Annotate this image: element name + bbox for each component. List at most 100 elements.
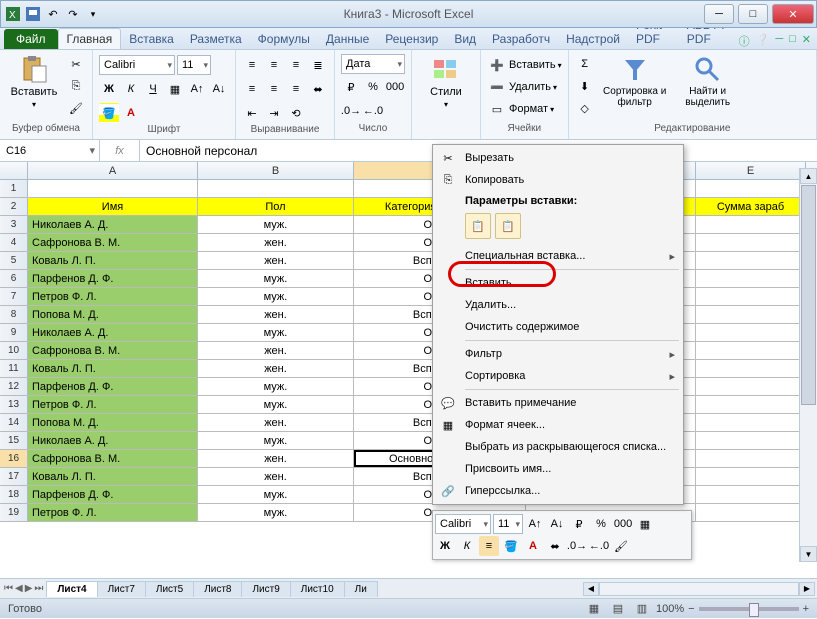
mt-italic[interactable]: К	[457, 536, 477, 556]
scroll-up-icon[interactable]: ▲	[800, 168, 817, 184]
grow-font-icon[interactable]: A↑	[187, 79, 207, 99]
sheet-nav-prev-icon[interactable]: ◀	[15, 583, 23, 594]
cell[interactable]: жен.	[198, 468, 354, 485]
cell[interactable]: Имя	[28, 198, 198, 215]
sheet-tab[interactable]: Лист4	[46, 581, 97, 597]
row-header[interactable]: 7	[0, 288, 28, 305]
cell[interactable]: муж.	[198, 432, 354, 449]
currency-icon[interactable]: ₽	[341, 77, 361, 97]
scroll-down-icon[interactable]: ▼	[800, 546, 817, 562]
mt-merge-icon[interactable]: ⬌	[545, 536, 565, 556]
cm-comment[interactable]: 💬Вставить примечание	[435, 392, 681, 414]
close-button[interactable]: ✕	[772, 4, 814, 24]
align-center-icon[interactable]: ≡	[264, 79, 284, 99]
cell[interactable]: Попова М. Д.	[28, 306, 198, 323]
orientation-icon[interactable]: ⟲	[286, 103, 306, 123]
font-size-combo[interactable]: 11	[177, 55, 211, 75]
tab-review[interactable]: Рецензир	[377, 29, 446, 49]
copy-icon[interactable]: ⎘	[66, 76, 86, 96]
row-header[interactable]: 12	[0, 378, 28, 395]
styles-button[interactable]: Стили▾	[418, 54, 474, 111]
cell[interactable]: муж.	[198, 324, 354, 341]
cell[interactable]	[696, 216, 806, 233]
align-bottom-icon[interactable]: ≡	[286, 55, 306, 75]
cell[interactable]	[696, 432, 806, 449]
mt-shrink-icon[interactable]: A↓	[547, 514, 567, 534]
align-top-icon[interactable]: ≡	[242, 55, 262, 75]
row-header[interactable]: 3	[0, 216, 28, 233]
mt-comma-icon[interactable]: 000	[613, 514, 633, 534]
row-header[interactable]: 19	[0, 504, 28, 521]
cell[interactable]: Петров Ф. Л.	[28, 288, 198, 305]
view-pagebreak-icon[interactable]: ▥	[632, 599, 652, 619]
cell[interactable]: муж.	[198, 216, 354, 233]
tab-formulas[interactable]: Формулы	[250, 29, 318, 49]
sheet-nav-next-icon[interactable]: ▶	[25, 583, 33, 594]
row-header[interactable]: 17	[0, 468, 28, 485]
cell[interactable]: Николаев А. Д.	[28, 432, 198, 449]
row-header[interactable]: 4	[0, 234, 28, 251]
cell[interactable]: муж.	[198, 270, 354, 287]
vertical-scrollbar[interactable]: ▲ ▼	[799, 168, 817, 562]
cell[interactable]: муж.	[198, 486, 354, 503]
cm-sort[interactable]: Сортировка	[435, 365, 681, 387]
format-cells-icon[interactable]: ▭	[487, 99, 507, 119]
tab-data[interactable]: Данные	[318, 29, 377, 49]
mt-fill-icon[interactable]: 🪣	[501, 536, 521, 556]
doc-close-icon[interactable]: ✕	[802, 33, 811, 49]
qat-dropdown-icon[interactable]: ▾	[85, 6, 101, 22]
align-left-icon[interactable]: ≡	[242, 79, 262, 99]
cell[interactable]	[696, 414, 806, 431]
fx-icon[interactable]: fx	[115, 145, 124, 157]
minimize-button[interactable]: ─	[704, 4, 734, 24]
sort-filter-button[interactable]: Сортировка и фильтр	[599, 54, 671, 110]
mt-inc-dec-icon[interactable]: .0→	[567, 536, 587, 556]
col-header-E[interactable]: E	[696, 162, 806, 179]
mt-align-center-icon[interactable]: ≡	[479, 536, 499, 556]
doc-max-icon[interactable]: □	[789, 33, 796, 49]
cell[interactable]: Парфенов Д. Ф.	[28, 486, 198, 503]
autosum-icon[interactable]: Σ	[575, 54, 595, 74]
hscroll-right-icon[interactable]: ▶	[799, 582, 815, 596]
cell[interactable]: Пол	[198, 198, 354, 215]
tab-home[interactable]: Главная	[58, 28, 122, 49]
fill-color-button[interactable]: 🪣	[99, 103, 119, 123]
zoom-label[interactable]: 100%	[656, 603, 684, 615]
mt-percent-icon[interactable]: %	[591, 514, 611, 534]
cell[interactable]: Коваль Л. П.	[28, 468, 198, 485]
cell[interactable]	[696, 486, 806, 503]
cm-hyperlink[interactable]: 🔗Гиперссылка...	[435, 480, 681, 502]
help-icon[interactable]: ❔	[756, 33, 770, 49]
sheet-tab[interactable]: Ли	[344, 581, 378, 597]
cell[interactable]	[696, 306, 806, 323]
cell[interactable]: муж.	[198, 378, 354, 395]
undo-icon[interactable]: ↶	[45, 6, 61, 22]
sheet-tab[interactable]: Лист7	[97, 581, 146, 597]
mt-size[interactable]: 11	[493, 514, 523, 534]
zoom-in-icon[interactable]: +	[803, 603, 809, 615]
shrink-font-icon[interactable]: A↓	[209, 79, 229, 99]
row-header[interactable]: 10	[0, 342, 28, 359]
cell[interactable]: Парфенов Д. Ф.	[28, 270, 198, 287]
hscroll-track[interactable]	[599, 582, 799, 596]
wrap-text-icon[interactable]: ≣	[308, 55, 328, 75]
mt-font-color[interactable]: A	[523, 536, 543, 556]
cell[interactable]	[696, 324, 806, 341]
cell[interactable]: муж.	[198, 396, 354, 413]
fill-icon[interactable]: ⬇	[575, 76, 595, 96]
indent-dec-icon[interactable]: ⇤	[242, 103, 262, 123]
number-format-combo[interactable]: Дата	[341, 54, 405, 74]
cm-define-name[interactable]: Присвоить имя...	[435, 458, 681, 480]
hscroll-left-icon[interactable]: ◀	[583, 582, 599, 596]
cell[interactable]: Сафронова В. М.	[28, 234, 198, 251]
merge-icon[interactable]: ⬌	[308, 79, 328, 99]
cm-insert[interactable]: Вставить...	[435, 272, 681, 294]
cm-delete[interactable]: Удалить...	[435, 294, 681, 316]
tab-developer[interactable]: Разработч	[484, 29, 558, 49]
sheet-tab[interactable]: Лист9	[241, 581, 290, 597]
row-header[interactable]: 2	[0, 198, 28, 215]
row-header[interactable]: 5	[0, 252, 28, 269]
cell[interactable]: муж.	[198, 288, 354, 305]
mt-font[interactable]: Calibri	[435, 514, 491, 534]
cell[interactable]: жен.	[198, 450, 354, 467]
